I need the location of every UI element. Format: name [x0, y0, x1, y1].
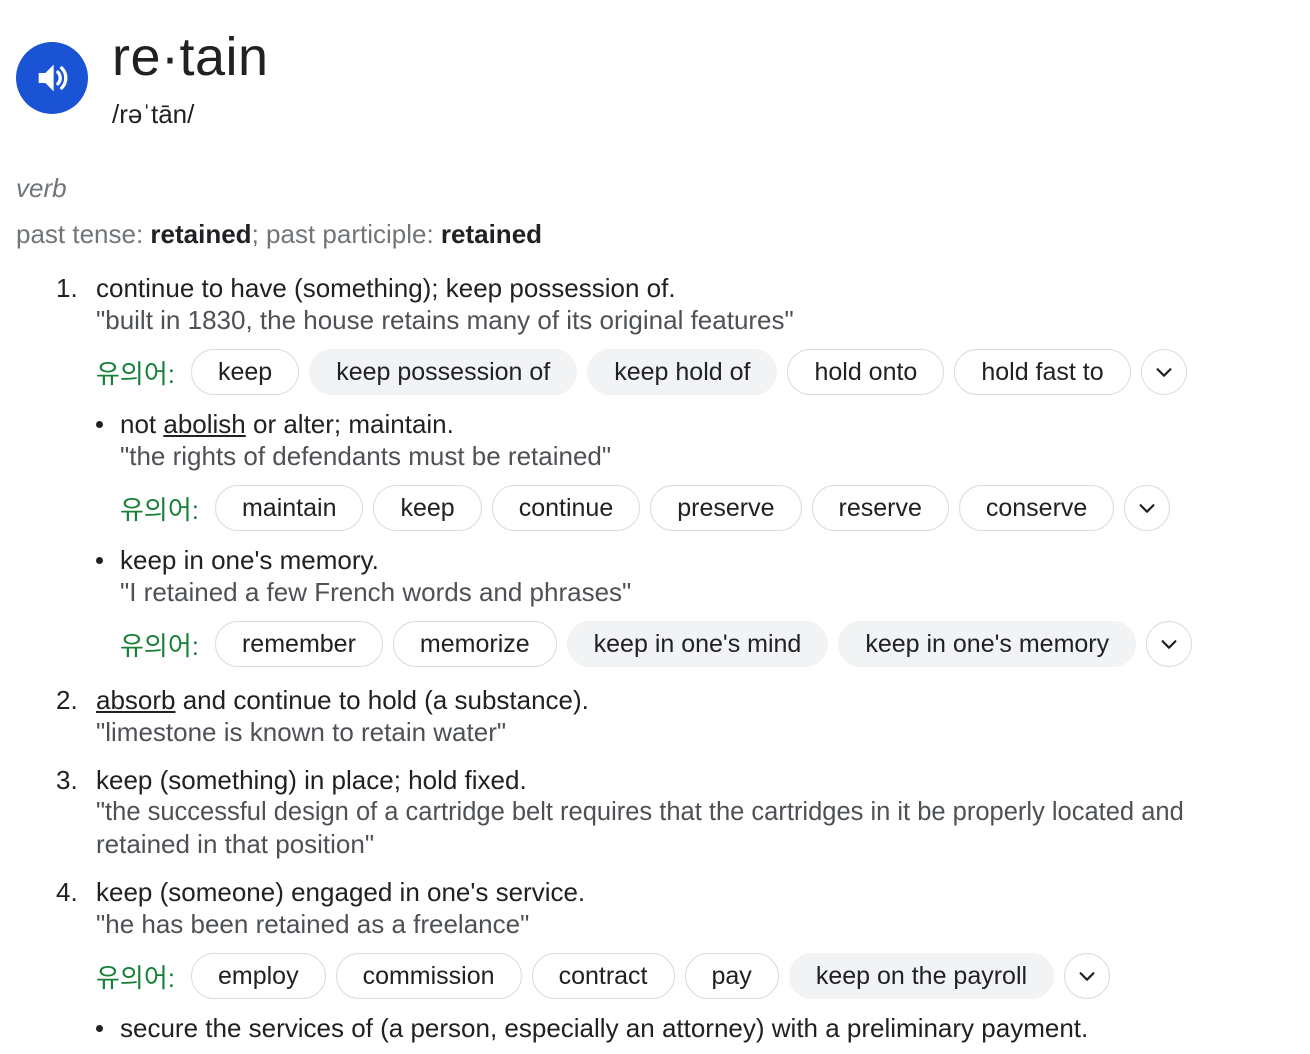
chevron-down-icon: [1156, 368, 1172, 377]
synonym-chip[interactable]: memorize: [392, 621, 557, 667]
sense-definition: not abolish or alter; maintain.: [120, 408, 454, 440]
sense-definition: keep (something) in place; hold fixed.: [96, 765, 527, 795]
synonym-chip[interactable]: remember: [214, 621, 383, 667]
synonym-label: 유의어:: [120, 494, 199, 525]
synonym-row: 유의어: remember memorize keep in one's min…: [120, 620, 1193, 668]
definition-text: not: [120, 409, 164, 439]
sense-number: 1.: [56, 273, 78, 303]
expand-synonyms-button[interactable]: [1140, 349, 1187, 395]
sense-definition: keep in one's memory.: [120, 545, 379, 575]
synonym-chip[interactable]: hold onto: [787, 349, 945, 395]
synonym-label: 유의어:: [120, 630, 199, 661]
synonym-chip[interactable]: keep on the payroll: [788, 953, 1055, 999]
synonym-row: 유의어: employ commission contract pay keep…: [96, 952, 1111, 1000]
sense-definition: continue to have (something); keep posse…: [96, 273, 676, 303]
sense-example: "I retained a few French words and phras…: [120, 577, 632, 607]
sense-definition: keep (someone) engaged in one's service.: [96, 877, 586, 907]
synonym-chip[interactable]: keep hold of: [587, 349, 778, 395]
bullet-dot: [96, 557, 103, 564]
synonym-chip[interactable]: commission: [335, 953, 522, 999]
synonym-chip[interactable]: maintain: [214, 485, 364, 531]
synonym-chip[interactable]: continue: [491, 485, 641, 531]
definition-text: and continue to hold (a substance).: [175, 685, 589, 715]
sense-example: "the rights of defendants must be retain…: [120, 441, 612, 471]
synonym-chip[interactable]: contract: [531, 953, 675, 999]
definition-link[interactable]: absorb: [96, 685, 176, 715]
synonym-chip[interactable]: reserve: [811, 485, 949, 531]
synonym-chip[interactable]: keep possession of: [309, 349, 578, 395]
bullet-dot: [96, 1025, 103, 1032]
definition-text: or alter; maintain.: [245, 409, 454, 439]
sense-definition: absorb and continue to hold (a substance…: [96, 684, 589, 716]
expand-synonyms-button[interactable]: [1146, 621, 1193, 667]
synonym-label: 유의어:: [96, 358, 175, 389]
past-participle-value: retained: [440, 219, 543, 249]
verb-forms: past tense: retained; past participle: r…: [16, 216, 542, 252]
sense-example: "limestone is known to retain water": [96, 717, 507, 747]
synonym-chip[interactable]: hold fast to: [954, 349, 1131, 395]
synonym-chip[interactable]: pay: [684, 953, 779, 999]
expand-synonyms-button[interactable]: [1124, 485, 1171, 531]
synonym-chip[interactable]: preserve: [650, 485, 802, 531]
synonym-row: 유의어: keep keep possession of keep hold o…: [96, 348, 1187, 396]
past-participle-label: ; past participle:: [251, 219, 441, 249]
chevron-down-icon: [1079, 972, 1095, 981]
expand-synonyms-button[interactable]: [1064, 953, 1111, 999]
sense-number: 2.: [56, 685, 78, 715]
dictionary-header: re·tain /rəˈtān/: [16, 22, 1296, 132]
sense-definition: secure the services of (a person, especi…: [120, 1013, 1089, 1043]
synonym-chip[interactable]: keep: [373, 485, 482, 531]
chevron-down-icon: [1161, 640, 1177, 649]
synonym-chip[interactable]: keep: [190, 349, 300, 395]
headword: re·tain: [112, 27, 269, 87]
part-of-speech: verb: [16, 173, 67, 203]
chevron-down-icon: [1139, 504, 1155, 513]
sense-number: 3.: [56, 765, 78, 795]
past-tense-value: retained: [150, 219, 252, 249]
speaker-icon: [38, 64, 68, 92]
synonym-chip[interactable]: keep in one's mind: [566, 621, 829, 667]
sense-example-continued: retained in that position": [96, 829, 375, 859]
definition-link[interactable]: abolish: [163, 409, 245, 439]
pronounce-button[interactable]: [16, 42, 88, 114]
sense-example: "built in 1830, the house retains many o…: [96, 305, 794, 335]
synonym-label: 유의어:: [96, 962, 175, 993]
past-tense-label: past tense:: [16, 219, 151, 249]
sense-number: 4.: [56, 877, 78, 907]
sense-example: "the successful design of a cartridge be…: [96, 798, 1184, 826]
bullet-dot: [96, 421, 103, 428]
synonym-chip[interactable]: keep in one's memory: [838, 621, 1137, 667]
synonym-chip[interactable]: conserve: [958, 485, 1115, 531]
synonym-row: 유의어: maintain keep continue preserve res…: [120, 484, 1171, 532]
sense-example: "he has been retained as a freelance": [96, 909, 530, 939]
synonym-chip[interactable]: employ: [190, 953, 326, 999]
phonetic: /rəˈtān/: [112, 99, 195, 129]
